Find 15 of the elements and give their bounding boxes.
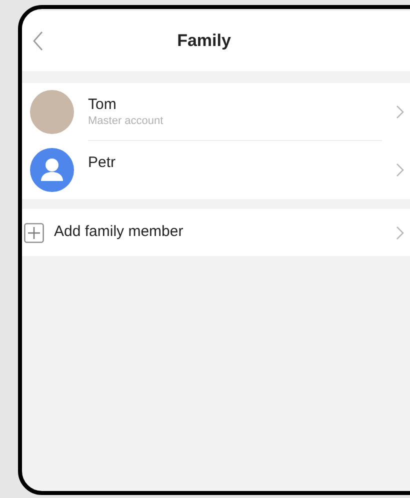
page-title: Family	[176, 30, 232, 52]
member-role: Master account	[88, 114, 164, 128]
member-name: Tom	[88, 96, 118, 114]
back-icon[interactable]	[32, 31, 44, 51]
chevron-right-icon	[396, 163, 404, 177]
add-member-row[interactable]: Add family member	[22, 209, 410, 256]
chevron-right-icon	[396, 105, 404, 119]
family-member-row[interactable]: Tom Master account	[22, 83, 410, 141]
member-name: Petr	[88, 154, 117, 172]
user-avatar-icon	[30, 148, 74, 192]
plus-icon	[24, 222, 44, 242]
chevron-right-icon	[396, 226, 404, 240]
family-member-row[interactable]: Petr	[22, 141, 410, 199]
add-member-label: Add family member	[54, 222, 184, 242]
photo-placeholder	[30, 90, 74, 134]
